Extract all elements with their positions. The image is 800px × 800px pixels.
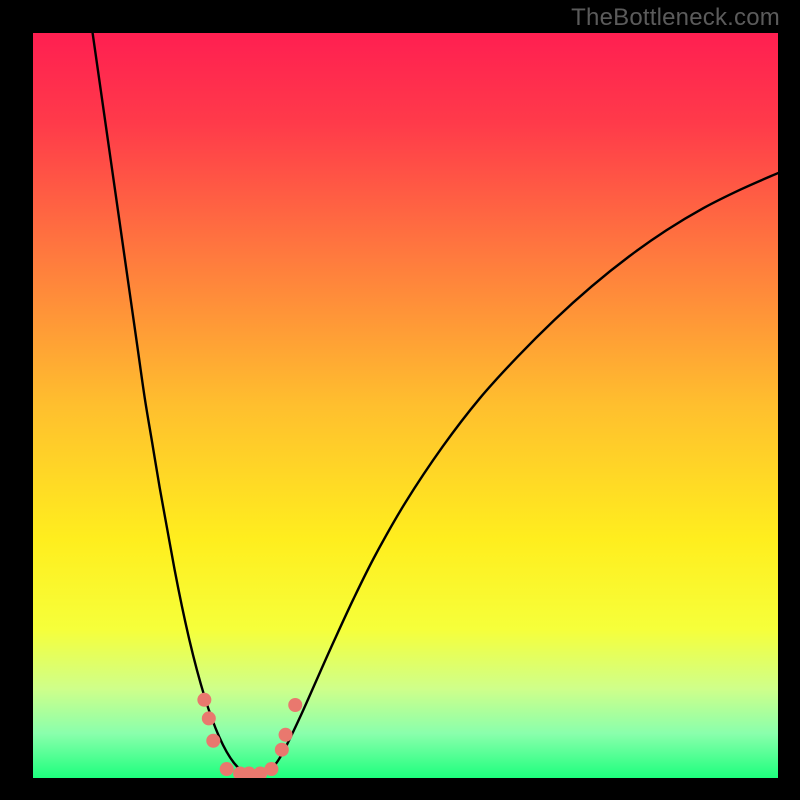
data-marker (288, 698, 302, 712)
data-marker (202, 711, 216, 725)
watermark-text: TheBottleneck.com (571, 4, 780, 32)
data-marker (206, 734, 220, 748)
chart-svg (33, 33, 778, 778)
data-marker (279, 728, 293, 742)
chart-plot-area (33, 33, 778, 778)
chart-frame: TheBottleneck.com (0, 0, 800, 800)
data-marker (275, 743, 289, 757)
data-marker (264, 762, 278, 776)
data-marker (220, 762, 234, 776)
data-marker (197, 693, 211, 707)
